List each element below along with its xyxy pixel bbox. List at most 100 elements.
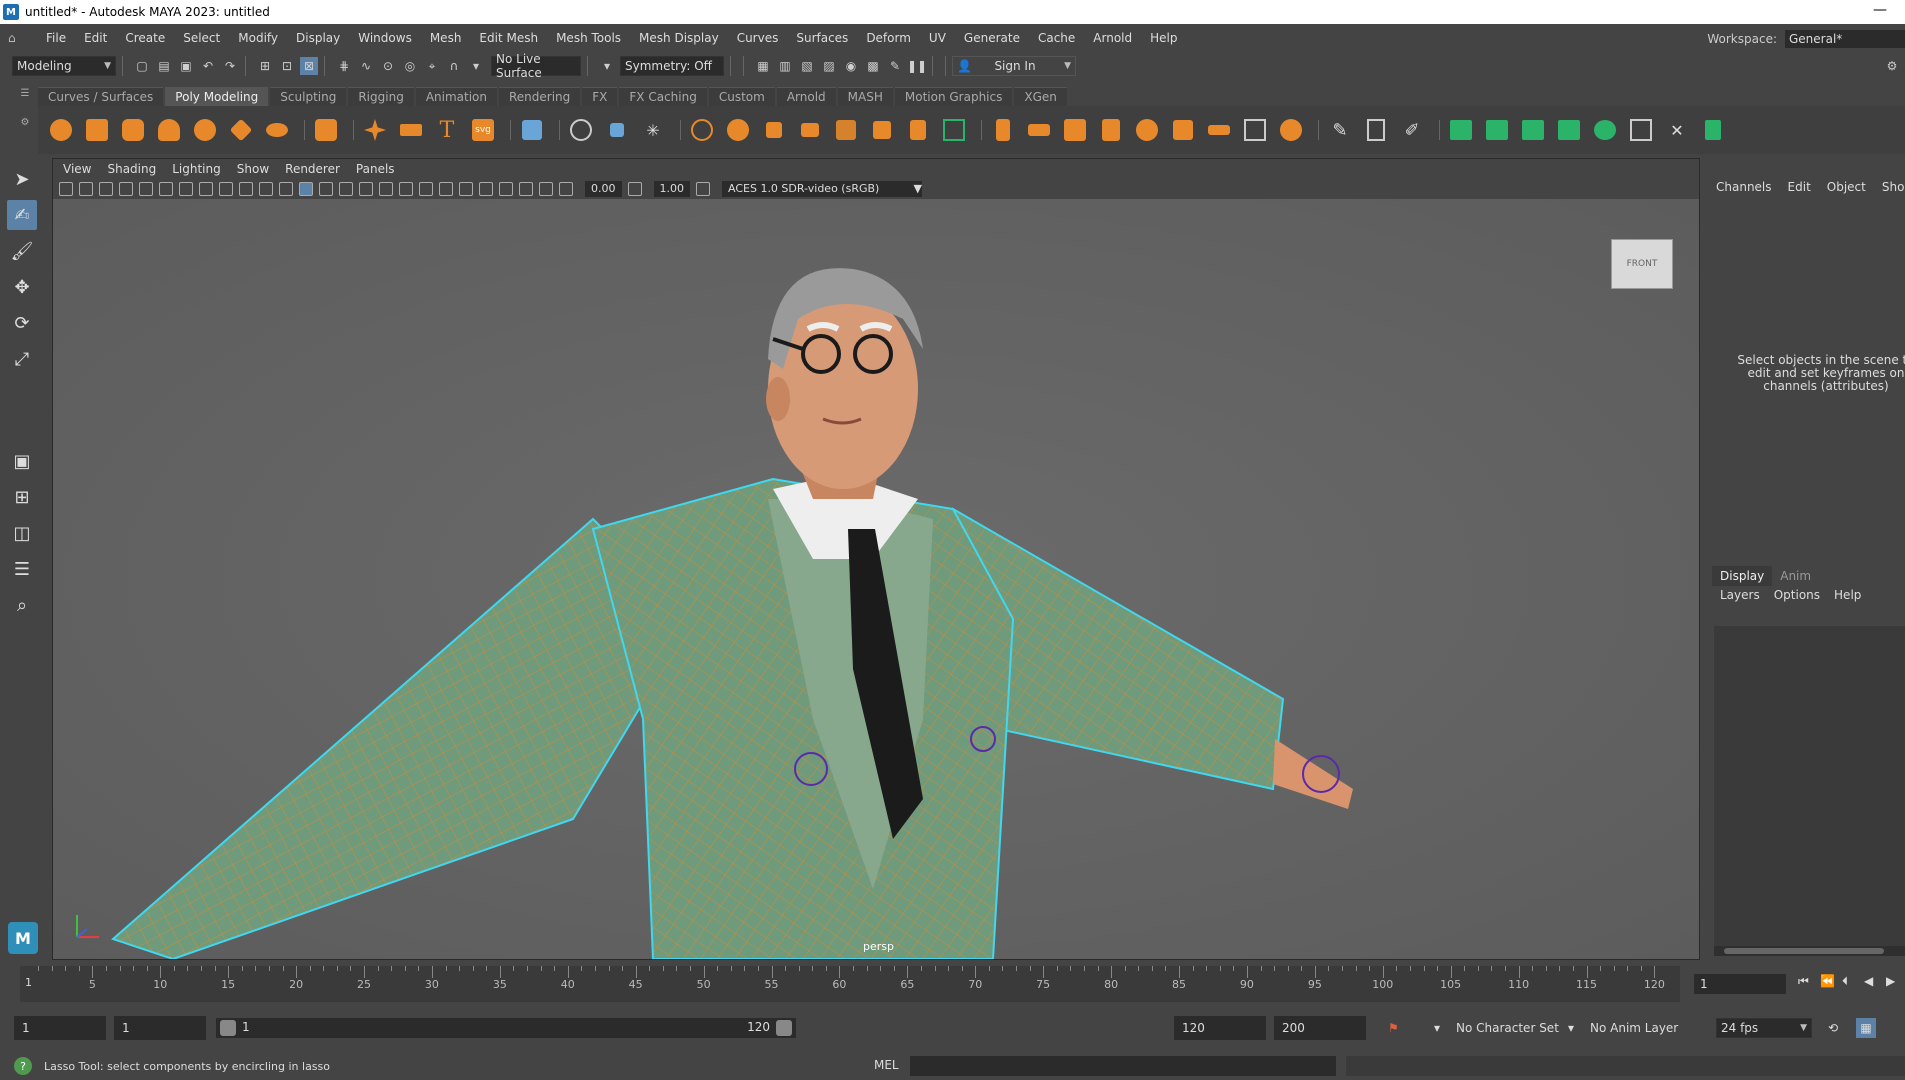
range-end-handle[interactable] xyxy=(776,1020,792,1036)
poly-plane-icon[interactable] xyxy=(226,115,256,145)
insert-edge-loop-icon[interactable] xyxy=(1361,115,1391,145)
append-icon[interactable] xyxy=(1096,115,1126,145)
command-line-input[interactable] xyxy=(910,1056,1336,1076)
wireframe-on-shaded-icon[interactable] xyxy=(339,182,353,196)
poly-cube-icon[interactable] xyxy=(82,115,112,145)
menu-help[interactable]: Help xyxy=(1150,31,1177,45)
select-hierarchy-icon[interactable]: ⊞ xyxy=(256,57,274,75)
poly-cone-icon[interactable] xyxy=(154,115,184,145)
outliner-layout-icon[interactable]: ☰ xyxy=(7,554,37,584)
circularize-icon[interactable] xyxy=(1276,115,1306,145)
settings-icon[interactable]: ⚙ xyxy=(1883,57,1901,75)
menu-edit[interactable]: Edit xyxy=(84,31,107,45)
safe-action-icon[interactable] xyxy=(239,182,253,196)
menu-select[interactable]: Select xyxy=(183,31,220,45)
chevron-down-icon[interactable]: ▾ xyxy=(1434,1018,1440,1038)
snap-live-icon[interactable]: ⌖ xyxy=(423,57,441,75)
new-scene-icon[interactable]: ▢ xyxy=(133,57,151,75)
layer-menu-layers[interactable]: Layers xyxy=(1720,588,1760,602)
current-frame-field[interactable]: 1 xyxy=(1694,974,1786,994)
xray-components-icon[interactable] xyxy=(539,182,553,196)
gate-mask-icon[interactable] xyxy=(199,182,213,196)
symmetry-dropdown[interactable]: Symmetry: Off xyxy=(620,56,724,76)
render-view-icon[interactable]: ▧ xyxy=(798,57,816,75)
textured-icon[interactable] xyxy=(359,182,373,196)
paint-select-tool-icon[interactable]: 🖌 xyxy=(7,236,37,266)
sign-in-button[interactable]: 👤 Sign In ▼ xyxy=(952,56,1076,76)
move-tool-icon[interactable]: ✥ xyxy=(7,272,37,302)
smooth-shade-icon[interactable] xyxy=(299,182,313,196)
render-settings-icon[interactable]: ▨ xyxy=(820,57,838,75)
extrude-icon[interactable] xyxy=(988,115,1018,145)
channel-menu-object[interactable]: Object xyxy=(1827,180,1866,194)
bridge-icon[interactable] xyxy=(1024,115,1054,145)
select-tool-icon[interactable]: ➤ xyxy=(7,164,37,194)
remesh-icon[interactable] xyxy=(939,115,969,145)
isolate-select-icon[interactable] xyxy=(479,182,493,196)
poly-disc-icon[interactable] xyxy=(262,115,292,145)
panel-menu-show[interactable]: Show xyxy=(237,162,269,176)
preferences-icon[interactable]: ▦ xyxy=(1856,1018,1876,1038)
shelf-tab-fx[interactable]: FX xyxy=(582,87,618,106)
gamma-field[interactable]: 1.00 xyxy=(653,181,690,197)
select-object-icon[interactable]: ⊡ xyxy=(278,57,296,75)
tab-display[interactable]: Display xyxy=(1712,566,1773,586)
panel-menu-panels[interactable]: Panels xyxy=(356,162,395,176)
minimize-icon[interactable]: — xyxy=(1873,2,1887,18)
chevron-down-icon[interactable]: ▾ xyxy=(1568,1018,1574,1038)
menu-edit-mesh[interactable]: Edit Mesh xyxy=(479,31,538,45)
super-shape-icon[interactable] xyxy=(360,115,390,145)
multi-cut-icon[interactable]: ✎ xyxy=(1325,115,1355,145)
align-tool-icon[interactable] xyxy=(566,115,596,145)
character-model[interactable] xyxy=(53,199,1699,959)
menu-uv[interactable]: UV xyxy=(929,31,946,45)
fill-hole-icon[interactable] xyxy=(1132,115,1162,145)
wedge-icon[interactable] xyxy=(1240,115,1270,145)
shelf-tab-poly-modeling[interactable]: Poly Modeling xyxy=(165,87,269,106)
live-surface-field[interactable]: No Live Surface xyxy=(491,52,581,80)
bevel-icon[interactable] xyxy=(1060,115,1090,145)
poke-icon[interactable] xyxy=(1204,115,1234,145)
view-transform-dropdown[interactable]: ACES 1.0 SDR-video (sRGB) ▼ xyxy=(722,181,922,197)
uv-cut-icon[interactable] xyxy=(1590,115,1620,145)
menu-deform[interactable]: Deform xyxy=(866,31,911,45)
poly-sphere-icon[interactable] xyxy=(46,115,76,145)
panel-menu-view[interactable]: View xyxy=(63,162,91,176)
lasso-tool-icon[interactable]: ✍ xyxy=(7,200,37,230)
menu-create[interactable]: Create xyxy=(125,31,165,45)
go-to-start-icon[interactable]: ⏮ xyxy=(1798,974,1820,989)
shelf-tab-custom[interactable]: Custom xyxy=(708,87,775,106)
uv-auto-icon[interactable] xyxy=(1518,115,1548,145)
3d-viewport-canvas[interactable]: FRONT persp xyxy=(53,199,1699,959)
layer-menu-options[interactable]: Options xyxy=(1774,588,1820,602)
uv-toolkit-icon[interactable] xyxy=(1698,115,1728,145)
mirror-icon[interactable] xyxy=(867,115,897,145)
film-gate-icon[interactable] xyxy=(159,182,173,196)
safe-title-icon[interactable] xyxy=(259,182,273,196)
offset-edge-loop-icon[interactable]: ✐ xyxy=(1397,115,1427,145)
shelf-tab-arnold[interactable]: Arnold xyxy=(776,87,836,106)
channel-menu-channels[interactable]: Channels xyxy=(1716,180,1772,194)
sweep-mesh-icon[interactable] xyxy=(396,115,426,145)
menu-generate[interactable]: Generate xyxy=(964,31,1020,45)
make-hole-icon[interactable] xyxy=(1168,115,1198,145)
poly-torus-icon[interactable] xyxy=(190,115,220,145)
shelf-tab-xgen[interactable]: XGen xyxy=(1014,87,1067,106)
range-bar[interactable]: 1 120 xyxy=(216,1018,796,1038)
anti-alias-icon[interactable] xyxy=(459,182,473,196)
rotate-tool-icon[interactable]: ⟳ xyxy=(7,308,37,338)
menu-windows[interactable]: Windows xyxy=(358,31,412,45)
chevron-down-icon[interactable]: ▾ xyxy=(467,57,485,75)
current-frame-marker[interactable]: 1 xyxy=(25,976,32,989)
save-scene-icon[interactable]: ▣ xyxy=(177,57,195,75)
type-tool-icon[interactable]: T xyxy=(432,115,462,145)
character-set-dropdown[interactable]: No Character Set xyxy=(1456,1018,1559,1038)
field-chart-icon[interactable] xyxy=(219,182,233,196)
menu-surfaces[interactable]: Surfaces xyxy=(796,31,848,45)
fps-dropdown[interactable]: 24 fps ▼ xyxy=(1716,1018,1812,1038)
shelf-tab-mash[interactable]: MASH xyxy=(837,87,893,106)
snap-grid-icon[interactable]: ⋕ xyxy=(335,57,353,75)
step-back-icon[interactable]: ⏪ xyxy=(1820,974,1842,989)
layer-list[interactable] xyxy=(1714,626,1905,948)
uv-layout-icon[interactable] xyxy=(1626,115,1656,145)
